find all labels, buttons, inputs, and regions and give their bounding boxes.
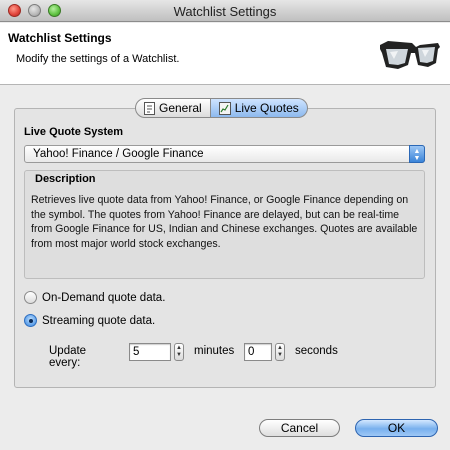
tab-live-quotes-label: Live Quotes [234,101,299,115]
window-title: Watchlist Settings [173,4,277,19]
minutes-input[interactable]: 5 [129,343,171,361]
watchlist-settings-window: Watchlist Settings Watchlist Settings Mo… [0,0,450,450]
seconds-stepper[interactable]: ▲ ▼ [275,343,285,361]
live-quote-system-label: Live Quote System [24,126,124,138]
select-arrows-icon: ▲ ▼ [409,145,425,163]
live-quote-system-select[interactable]: Yahoo! Finance / Google Finance ▲ ▼ [24,145,425,163]
on-demand-label: On-Demand quote data. [42,291,166,304]
ok-button[interactable]: OK [355,419,438,437]
banner-title: Watchlist Settings [8,31,112,45]
minutes-stepper[interactable]: ▲ ▼ [174,343,184,361]
banner-subtitle: Modify the settings of a Watchlist. [16,53,180,65]
title-bar[interactable]: Watchlist Settings [0,0,450,22]
seconds-input[interactable]: 0 [244,343,272,361]
description-text: Retrieves live quote data from Yahoo! Fi… [31,194,418,250]
update-every-label: Update every: [49,345,87,369]
minutes-label: minutes [194,345,235,357]
on-demand-option[interactable]: On-Demand quote data. [24,291,165,304]
quote-icon [218,101,231,115]
streaming-radio[interactable] [24,314,37,327]
streaming-option[interactable]: Streaming quote data. [24,314,155,327]
description-box: Description Retrieves live quote data fr… [24,170,425,279]
header-banner: Watchlist Settings Modify the settings o… [0,23,450,85]
on-demand-radio[interactable] [24,291,37,304]
tab-bar: General Live Quotes [135,98,308,118]
document-icon [144,101,155,115]
description-label: Description [35,173,96,185]
seconds-label: seconds [295,345,338,357]
tab-general-label: General [159,101,202,115]
cancel-button[interactable]: Cancel [259,419,340,437]
tab-general[interactable]: General [135,98,211,118]
tab-live-quotes[interactable]: Live Quotes [210,98,308,118]
live-quote-system-value: Yahoo! Finance / Google Finance [33,148,204,160]
glasses-icon [380,41,440,69]
streaming-label: Streaming quote data. [42,314,156,327]
